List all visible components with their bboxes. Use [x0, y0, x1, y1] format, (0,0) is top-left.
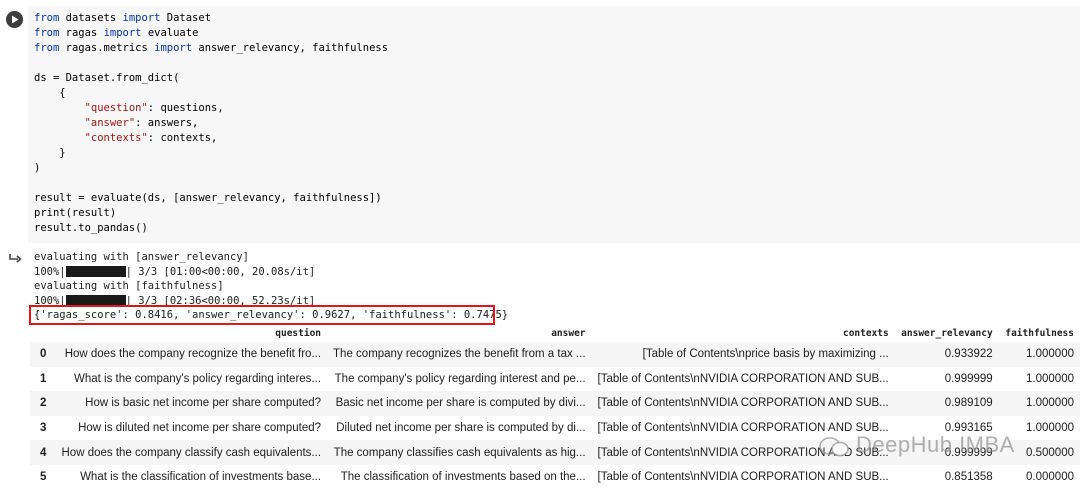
code-cell: from datasets import Dataset from ragas …: [0, 0, 1080, 243]
code-keyword: from: [34, 27, 60, 39]
cell-question: How does the company recognize the benef…: [64, 348, 322, 361]
results-dataframe: question answer contexts answer_relevanc…: [30, 325, 1080, 490]
row-index: 2: [40, 397, 47, 410]
cell-question: How is basic net income per share comput…: [85, 397, 322, 410]
wechat-icon: [819, 437, 849, 457]
code-string: "answer": [84, 117, 136, 129]
row-index: 5: [40, 471, 47, 484]
cell-answer-relevancy: 0.989109: [944, 397, 993, 410]
row-index: 1: [40, 372, 47, 385]
cell-faithfulness: 1.000000: [1026, 372, 1074, 385]
table-row: 5 What is the classification of investmen…: [30, 465, 1080, 490]
table-row: 2 How is basic net income per share compu…: [30, 391, 1080, 416]
code-token: : contexts,: [147, 132, 218, 144]
output-arrow-icon[interactable]: [9, 253, 23, 265]
code-keyword: from: [34, 42, 60, 54]
table-row: 0 How does the company recognize the bene…: [30, 342, 1080, 367]
cell-question: How is diluted net income per share comp…: [78, 422, 322, 435]
progress-status: | 3/3 [01:00<00:00, 20.08s/it]: [125, 265, 316, 278]
cell-answer-relevancy: 0.999999: [944, 372, 993, 385]
column-header-contexts: contexts: [842, 328, 889, 339]
code-token: : answers,: [135, 117, 199, 129]
cell-answer-relevancy: 0.851358: [944, 471, 993, 484]
cell-answer: The company's policy regarding interest …: [334, 372, 586, 385]
code-token: Dataset: [160, 12, 212, 24]
code-string: "contexts": [84, 132, 148, 144]
code-token: result.to_pandas(): [34, 222, 148, 234]
output-line: evaluating with [answer_relevancy]: [34, 251, 249, 263]
play-icon: [11, 15, 18, 24]
row-index: 0: [40, 348, 47, 361]
table-row: 1 What is the company's policy regarding …: [30, 367, 1080, 392]
table-body: 0 How does the company recognize the bene…: [30, 342, 1080, 490]
cell-answer: The company recognizes the benefit from …: [333, 348, 586, 361]
code-keyword: import: [122, 12, 161, 24]
cell-contexts: [Table of Contents\nprice basis by maxim…: [642, 348, 889, 361]
cell-contexts: [Table of Contents\nNVIDIA CORPORATION A…: [597, 471, 889, 484]
code-token: ragas.metrics: [59, 42, 155, 54]
code-token: datasets: [59, 12, 123, 24]
code-text[interactable]: from datasets import Dataset from ragas …: [34, 11, 388, 236]
cell-question: What is the classification of investment…: [80, 471, 322, 484]
cell-answer: Basic net income per share is computed b…: [335, 397, 586, 410]
output-line: evaluating with [faithfulness]: [34, 280, 224, 292]
code-keyword: from: [34, 12, 60, 24]
table-header-row: question answer contexts answer_relevanc…: [30, 325, 1080, 342]
column-header-answer-relevancy: answer_relevancy: [901, 328, 993, 339]
watermark-text: DeepHub IMBA: [856, 432, 1015, 457]
code-token: evaluate: [141, 27, 199, 39]
code-keyword: import: [103, 27, 142, 39]
row-index: 3: [40, 422, 47, 435]
cell-faithfulness: 1.000000: [1026, 348, 1074, 361]
cell-answer: The company classifies cash equivalents …: [333, 446, 586, 459]
code-token: {: [34, 87, 66, 99]
column-header-answer: answer: [551, 328, 586, 339]
code-token: ragas: [59, 27, 104, 39]
cell-faithfulness: 1.000000: [1026, 397, 1074, 410]
index-header: [30, 325, 53, 342]
code-token: ): [34, 162, 41, 174]
column-header-question: question: [275, 328, 322, 339]
code-token: : questions,: [147, 102, 224, 114]
column-header-faithfulness: faithfulness: [1005, 328, 1074, 339]
row-index: 4: [40, 446, 47, 459]
code-token: answer_relevancy, faithfulness: [192, 42, 389, 54]
code-token: result = evaluate(ds, [answer_relevancy,…: [34, 192, 382, 204]
cell-answer: The classification of investments based …: [340, 471, 586, 484]
cell-contexts: [Table of Contents\nNVIDIA CORPORATION A…: [597, 397, 889, 410]
progress-percent: 100%|: [34, 265, 66, 278]
progress-bar: [65, 294, 126, 306]
run-cell-button[interactable]: [6, 11, 23, 28]
cell-question: What is the company's policy regarding i…: [74, 372, 322, 385]
progress-bar: [65, 265, 126, 277]
cell-contexts: [Table of Contents\nNVIDIA CORPORATION A…: [597, 372, 889, 385]
code-token: }: [34, 147, 66, 159]
code-token: ds = Dataset.from_dict(: [34, 72, 180, 84]
code-keyword: import: [154, 42, 193, 54]
cell-question: How does the company classify cash equiv…: [61, 446, 322, 459]
result-highlight-box: [29, 305, 495, 325]
code-string: "question": [84, 102, 148, 114]
cell-answer-relevancy: 0.933922: [944, 348, 993, 361]
cell-answer: Diluted net income per share is computed…: [336, 422, 586, 435]
cell-faithfulness: 0.000000: [1026, 471, 1074, 484]
code-token: print(result): [34, 207, 117, 219]
